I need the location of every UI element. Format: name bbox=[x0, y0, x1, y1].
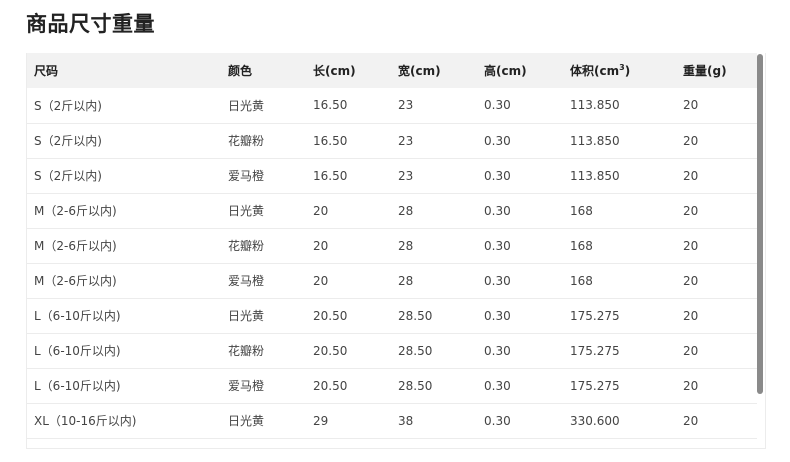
cell-weight: 20 bbox=[683, 343, 699, 358]
header-size: 尺码 bbox=[34, 64, 59, 78]
header-weight: 重量(g) bbox=[683, 64, 727, 78]
cell-height: 0.30 bbox=[484, 168, 511, 183]
cell-height: 0.30 bbox=[484, 98, 511, 113]
cell-length: 20.50 bbox=[313, 308, 348, 323]
cell-size: S（2斤以内) bbox=[34, 98, 102, 113]
cell-volume: 168 bbox=[570, 203, 593, 218]
cell-color: 爱马橙 bbox=[228, 274, 265, 288]
cell-volume: 113.850 bbox=[570, 168, 620, 183]
cell-width: 28 bbox=[398, 238, 414, 253]
header-length: 长(cm) bbox=[313, 64, 356, 78]
cell-volume: 175.275 bbox=[570, 308, 620, 323]
header-volume-close: ) bbox=[624, 64, 631, 78]
cell-height: 0.30 bbox=[484, 238, 511, 253]
table-header-row: 尺码 颜色 长(cm) 宽(cm) 高(cm) 体积(cm3) 重量(g) bbox=[27, 53, 757, 88]
cell-height: 0.30 bbox=[484, 378, 511, 393]
cell-height: 0.30 bbox=[484, 343, 511, 358]
cell-weight: 20 bbox=[683, 378, 699, 393]
cell-weight: 20 bbox=[683, 308, 699, 323]
table-row: M（2-6斤以内) 花瓣粉 20 28 0.30 168 20 bbox=[27, 228, 757, 263]
cell-length: 20.50 bbox=[313, 343, 348, 358]
cell-width: 28 bbox=[398, 203, 414, 218]
header-volume-text: 体积(cm bbox=[570, 64, 620, 78]
table-row: L（6-10斤以内) 日光黄 20.50 28.50 0.30 175.275 20 bbox=[27, 298, 757, 333]
cell-color: 日光黄 bbox=[228, 414, 265, 428]
cell-length: 29 bbox=[313, 413, 329, 428]
size-weight-table: 尺码 颜色 长(cm) 宽(cm) 高(cm) 体积(cm3) 重量(g) S（… bbox=[27, 53, 757, 439]
cell-height: 0.30 bbox=[484, 273, 511, 288]
cell-volume: 168 bbox=[570, 273, 593, 288]
cell-size: M（2-6斤以内) bbox=[34, 204, 117, 218]
table-row: L（6-10斤以内) 花瓣粉 20.50 28.50 0.30 175.275 20 bbox=[27, 333, 757, 368]
cell-length: 16.50 bbox=[313, 168, 348, 183]
cell-length: 20 bbox=[313, 273, 329, 288]
cell-length: 16.50 bbox=[313, 98, 348, 113]
cell-weight: 20 bbox=[683, 98, 699, 113]
cell-volume: 113.850 bbox=[570, 133, 620, 148]
cell-width: 23 bbox=[398, 98, 414, 113]
cell-color: 日光黄 bbox=[228, 98, 265, 113]
cell-weight: 20 bbox=[683, 133, 699, 148]
cell-height: 0.30 bbox=[484, 413, 511, 428]
cell-length: 16.50 bbox=[313, 133, 348, 148]
cell-color: 爱马橙 bbox=[228, 379, 265, 393]
cell-volume: 330.600 bbox=[570, 413, 620, 428]
cell-weight: 20 bbox=[683, 168, 699, 183]
cell-volume: 113.850 bbox=[570, 98, 620, 113]
cell-color: 日光黄 bbox=[228, 309, 265, 323]
cell-size: XL（10-16斤以内) bbox=[34, 414, 137, 428]
cell-color: 花瓣粉 bbox=[228, 239, 265, 253]
cell-color: 爱马橙 bbox=[228, 169, 265, 183]
table-row: S（2斤以内) 日光黄 16.50 23 0.30 113.850 20 bbox=[27, 88, 757, 123]
cell-weight: 20 bbox=[683, 203, 699, 218]
cell-volume: 175.275 bbox=[570, 343, 620, 358]
header-color: 颜色 bbox=[228, 64, 253, 78]
table-row: L（6-10斤以内) 爱马橙 20.50 28.50 0.30 175.275 20 bbox=[27, 368, 757, 403]
cell-size: L（6-10斤以内) bbox=[34, 379, 121, 393]
cell-width: 28.50 bbox=[398, 343, 433, 358]
cell-color: 日光黄 bbox=[228, 204, 265, 218]
table-row: S（2斤以内) 花瓣粉 16.50 23 0.30 113.850 20 bbox=[27, 123, 757, 158]
table-row: S（2斤以内) 爱马橙 16.50 23 0.30 113.850 20 bbox=[27, 158, 757, 193]
table-row: M（2-6斤以内) 日光黄 20 28 0.30 168 20 bbox=[27, 193, 757, 228]
cell-length: 20.50 bbox=[313, 378, 348, 393]
cell-size: S（2斤以内) bbox=[34, 169, 102, 183]
header-volume: 体积(cm3) bbox=[563, 53, 676, 88]
table-row: XL（10-16斤以内) 日光黄 29 38 0.30 330.600 20 bbox=[27, 403, 757, 438]
cell-size: S（2斤以内) bbox=[34, 134, 102, 148]
table-row: M（2-6斤以内) 爱马橙 20 28 0.30 168 20 bbox=[27, 263, 757, 298]
cell-size: L（6-10斤以内) bbox=[34, 344, 121, 358]
cell-width: 23 bbox=[398, 133, 414, 148]
cell-color: 花瓣粉 bbox=[228, 344, 265, 358]
cell-weight: 20 bbox=[683, 273, 699, 288]
header-width: 宽(cm) bbox=[398, 64, 441, 78]
cell-color: 花瓣粉 bbox=[228, 134, 265, 148]
cell-weight: 20 bbox=[683, 238, 699, 253]
cell-width: 23 bbox=[398, 168, 414, 183]
cell-height: 0.30 bbox=[484, 133, 511, 148]
header-height: 高(cm) bbox=[484, 64, 527, 78]
cell-volume: 168 bbox=[570, 238, 593, 253]
cell-length: 20 bbox=[313, 238, 329, 253]
cell-width: 28.50 bbox=[398, 378, 433, 393]
cell-size: M（2-6斤以内) bbox=[34, 239, 117, 253]
cell-height: 0.30 bbox=[484, 308, 511, 323]
size-weight-table-container[interactable]: 尺码 颜色 长(cm) 宽(cm) 高(cm) 体积(cm3) 重量(g) S（… bbox=[26, 53, 766, 449]
cell-height: 0.30 bbox=[484, 203, 511, 218]
cell-width: 28.50 bbox=[398, 308, 433, 323]
cell-weight: 20 bbox=[683, 413, 699, 428]
table-scrollbar[interactable] bbox=[757, 54, 763, 394]
cell-width: 28 bbox=[398, 273, 414, 288]
cell-width: 38 bbox=[398, 413, 414, 428]
cell-length: 20 bbox=[313, 203, 329, 218]
page-title: 商品尺寸重量 bbox=[26, 12, 155, 36]
cell-size: L（6-10斤以内) bbox=[34, 309, 121, 323]
cell-volume: 175.275 bbox=[570, 378, 620, 393]
cell-size: M（2-6斤以内) bbox=[34, 274, 117, 288]
